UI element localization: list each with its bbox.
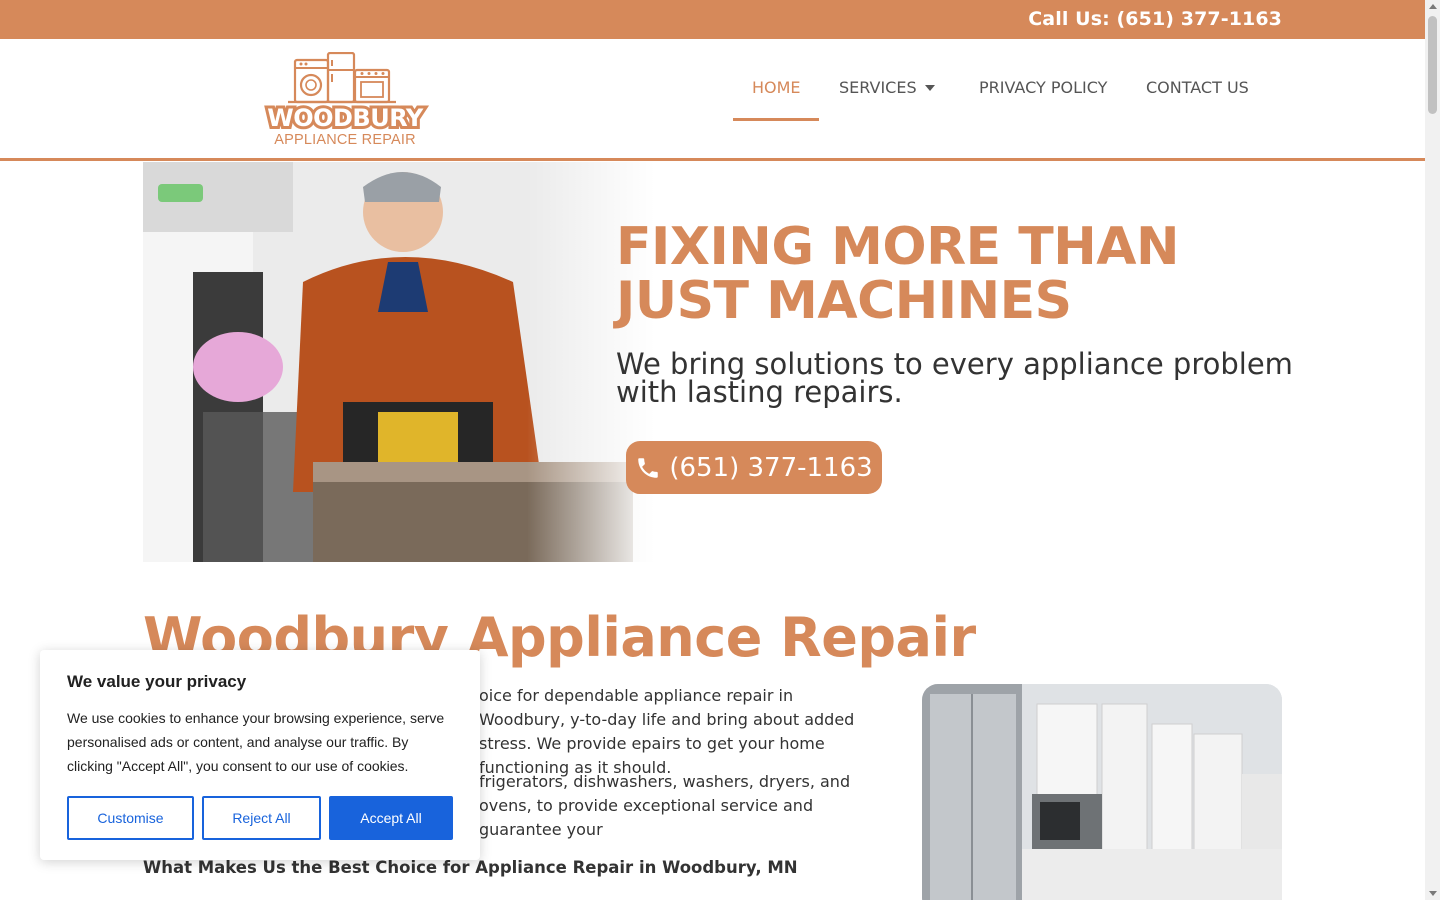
- cookie-body: We use cookies to enhance your browsing …: [67, 710, 445, 774]
- section-subheading: What Makes Us the Best Choice for Applia…: [143, 858, 798, 877]
- caret-down-icon[interactable]: [925, 85, 935, 91]
- cookie-title: We value your privacy: [67, 672, 247, 691]
- cookie-consent-banner: We value your privacy We use cookies to …: [40, 650, 480, 860]
- logo-brand-text: WOODBURY: [264, 101, 426, 135]
- hero-phone-label: (651) 377-1163: [669, 452, 873, 483]
- hero-phone-button[interactable]: (651) 377-1163: [626, 441, 882, 494]
- cookie-customise-button[interactable]: Customise: [67, 796, 194, 840]
- kitchen-image: [922, 684, 1282, 900]
- page-scrollbar[interactable]: [1425, 0, 1440, 900]
- scroll-down-icon[interactable]: [1429, 891, 1437, 896]
- scroll-up-icon[interactable]: [1429, 4, 1437, 9]
- hero-subtitle: We bring solutions to every appliance pr…: [616, 347, 1293, 409]
- scroll-thumb[interactable]: [1428, 16, 1437, 114]
- site-logo[interactable]: WOODBURY APPLIANCE REPAIR: [264, 52, 426, 152]
- nav-privacy-policy[interactable]: PRIVACY POLICY: [979, 78, 1107, 97]
- top-bar: Call Us: (651) 377-1163: [0, 0, 1425, 39]
- appliances-logo-icon: [288, 52, 396, 104]
- site-header: WOODBURY APPLIANCE REPAIR HOME SERVICES …: [0, 39, 1425, 161]
- logo-tagline: APPLIANCE REPAIR: [274, 132, 416, 148]
- hero-title: FIXING MORE THAN JUST MACHINES: [616, 217, 1179, 331]
- cookie-reject-button[interactable]: Reject All: [202, 796, 321, 840]
- phone-icon: [638, 457, 659, 478]
- nav-contact-us[interactable]: CONTACT US: [1146, 78, 1249, 97]
- hero-technician-image: [143, 162, 655, 562]
- nav-active-underline: [733, 118, 819, 121]
- nav-home[interactable]: HOME: [752, 78, 801, 97]
- cookie-accept-button[interactable]: Accept All: [329, 796, 453, 840]
- call-us-link[interactable]: Call Us: (651) 377-1163: [1028, 8, 1282, 30]
- nav-services[interactable]: SERVICES: [839, 78, 917, 97]
